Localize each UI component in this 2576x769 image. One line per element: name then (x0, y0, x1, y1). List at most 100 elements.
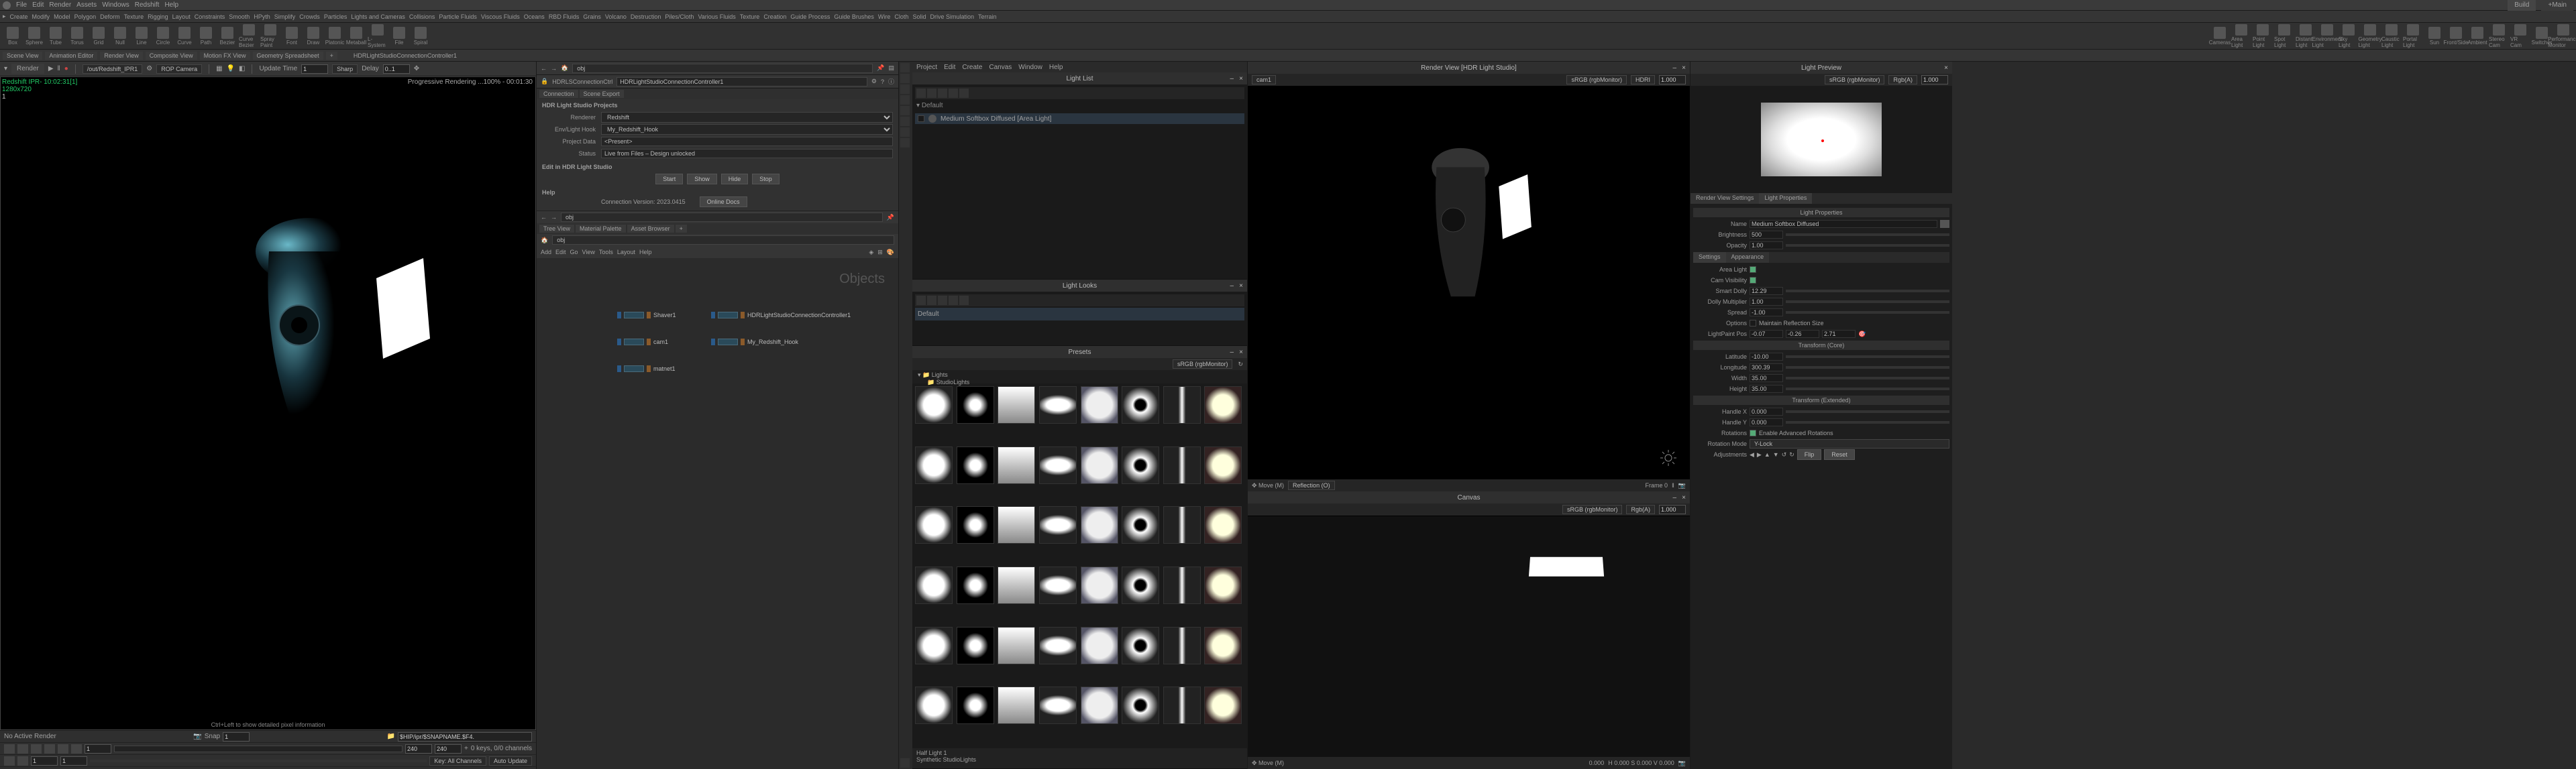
presets-refresh-icon[interactable]: ↻ (1238, 361, 1243, 368)
preset-thumbnail[interactable] (1081, 447, 1118, 484)
camvis-checkbox[interactable] (1750, 277, 1756, 284)
preset-thumbnail[interactable] (1039, 506, 1077, 544)
snap-frame[interactable] (223, 732, 250, 742)
key-icon[interactable] (4, 756, 15, 766)
pause-icon[interactable]: ‖ (58, 65, 60, 72)
spread-input[interactable] (1750, 308, 1783, 316)
shelf-tab[interactable]: Rigging (148, 13, 168, 20)
auto-update[interactable]: Auto Update (489, 756, 532, 766)
pane-tab[interactable]: Composite View (146, 52, 197, 60)
tool-rotate-icon[interactable] (900, 84, 910, 94)
ll-render-icon[interactable] (959, 88, 969, 98)
ll-group-icon[interactable] (949, 88, 958, 98)
preset-thumbnail[interactable] (1039, 447, 1077, 484)
net-menu-help[interactable]: Help (639, 249, 652, 255)
path-icon[interactable]: 🏠 (561, 64, 568, 72)
shelf-tab[interactable]: Cloth (894, 13, 908, 20)
preset-thumbnail[interactable] (1122, 447, 1159, 484)
preset-thumbnail[interactable] (1081, 627, 1118, 664)
menu-file[interactable]: File (16, 1, 27, 9)
lpp-x[interactable] (1750, 330, 1783, 338)
net-tab-asset[interactable]: Asset Browser (627, 225, 674, 233)
menu-windows[interactable]: Windows (102, 1, 129, 9)
reset-button[interactable]: Reset (1824, 449, 1855, 460)
pin-icon[interactable]: 📌 (877, 64, 884, 72)
lightlooks-min-icon[interactable]: – (1230, 282, 1234, 290)
pane-tab[interactable]: Render View (100, 52, 142, 60)
hy-slider[interactable] (1786, 421, 1949, 424)
preview-colorspace[interactable]: sRGB (rgbMonitor) (1825, 75, 1885, 84)
menu-help[interactable]: Help (164, 1, 178, 9)
lpp-pick-icon[interactable]: 🎯 (1858, 331, 1866, 338)
looks-save-icon[interactable] (949, 296, 958, 305)
multi-slider[interactable] (1786, 300, 1949, 303)
shelf-tool[interactable]: Null (110, 24, 130, 48)
shelf-tab[interactable]: Terrain (978, 13, 997, 20)
preset-thumbnail[interactable] (998, 567, 1035, 604)
shelf-tab[interactable]: Constraints (195, 13, 225, 20)
preset-thumbnail[interactable] (1039, 687, 1077, 724)
tab-light-props[interactable]: Light Properties (1759, 193, 1812, 204)
preset-thumbnail[interactable] (1163, 627, 1201, 664)
adj-right-icon[interactable]: ▶ (1757, 451, 1762, 459)
net-path2[interactable]: obj (552, 235, 894, 245)
tab-settings[interactable]: Settings (1693, 252, 1726, 263)
gear-icon[interactable]: ⚙ (871, 78, 877, 85)
lat-slider[interactable] (1786, 355, 1949, 358)
shelf-tab[interactable]: Collisions (409, 13, 435, 20)
shelf-tool[interactable]: Line (131, 24, 152, 48)
shelf-tool[interactable]: Point Light (2253, 24, 2273, 48)
menu-render[interactable]: Render (49, 1, 71, 9)
preset-thumbnail[interactable] (1204, 567, 1242, 604)
height-input[interactable] (1750, 385, 1783, 393)
hdrls-menu-create[interactable]: Create (962, 64, 982, 71)
hdrls-menu-edit[interactable]: Edit (944, 64, 955, 71)
looks-del-icon[interactable] (938, 296, 947, 305)
looks-add-icon[interactable] (916, 296, 926, 305)
shelf-tool[interactable]: Torus (67, 24, 87, 48)
render-view[interactable] (1248, 86, 1690, 479)
net-pin-icon[interactable]: 📌 (887, 214, 894, 221)
tool-select-icon[interactable] (900, 63, 910, 72)
canvas-light[interactable] (1529, 557, 1604, 577)
preview-close-icon[interactable]: × (1944, 64, 1948, 72)
net-menu-view[interactable]: View (582, 249, 595, 255)
picker-icon[interactable]: ✥ (414, 65, 419, 72)
aov-icon[interactable]: ◧ (239, 65, 245, 72)
preset-thumbnail[interactable] (1204, 447, 1242, 484)
pane-tab[interactable]: + (326, 52, 337, 60)
shelf-tool[interactable]: Bezier (217, 24, 237, 48)
hdrls-menu-canvas[interactable]: Canvas (989, 64, 1012, 71)
shelf-tool[interactable]: Spiral (411, 24, 431, 48)
preset-thumbnail[interactable] (957, 506, 994, 544)
brightness-slider[interactable] (1786, 233, 1949, 236)
preset-thumbnail[interactable] (998, 506, 1035, 544)
rview-close-icon[interactable]: × (1682, 64, 1686, 72)
hx-slider[interactable] (1786, 410, 1949, 413)
preset-thumbnail[interactable] (1163, 447, 1201, 484)
update-time-input[interactable] (301, 64, 328, 74)
net-menu-tools[interactable]: Tools (599, 249, 613, 255)
pane-tab[interactable]: Geometry Spreadsheet (253, 52, 323, 60)
preset-thumbnail[interactable] (1081, 567, 1118, 604)
preset-thumbnail[interactable] (1204, 506, 1242, 544)
shelf-tab[interactable]: Piles/Cloth (665, 13, 694, 20)
preset-thumbnail[interactable] (915, 506, 953, 544)
timeline-start2[interactable] (60, 756, 87, 766)
light-name-input[interactable] (1750, 220, 1937, 228)
hdrls-menu-help[interactable]: Help (1049, 64, 1063, 71)
menu-assets[interactable]: Assets (76, 1, 97, 9)
ll-vis-icon[interactable] (927, 88, 936, 98)
adj-up-icon[interactable]: ▲ (1764, 451, 1770, 458)
timeline-first-icon[interactable] (4, 744, 15, 754)
preset-thumbnail[interactable] (1122, 627, 1159, 664)
shelf-tool[interactable]: Spray Paint (260, 24, 280, 48)
shelf-tool[interactable]: Curve Bezier (239, 24, 259, 48)
snapshot-icon[interactable]: 📷 (193, 733, 201, 740)
net-tab-tree[interactable]: Tree View (539, 225, 574, 233)
stop-icon[interactable]: ● (64, 65, 68, 72)
timeline-end2[interactable] (405, 744, 432, 754)
network-editor[interactable]: Objects Shaver1HDRLightStudioConnectionC… (537, 258, 898, 769)
preset-thumbnail[interactable] (957, 627, 994, 664)
shelf-tool[interactable]: Grid (89, 24, 109, 48)
